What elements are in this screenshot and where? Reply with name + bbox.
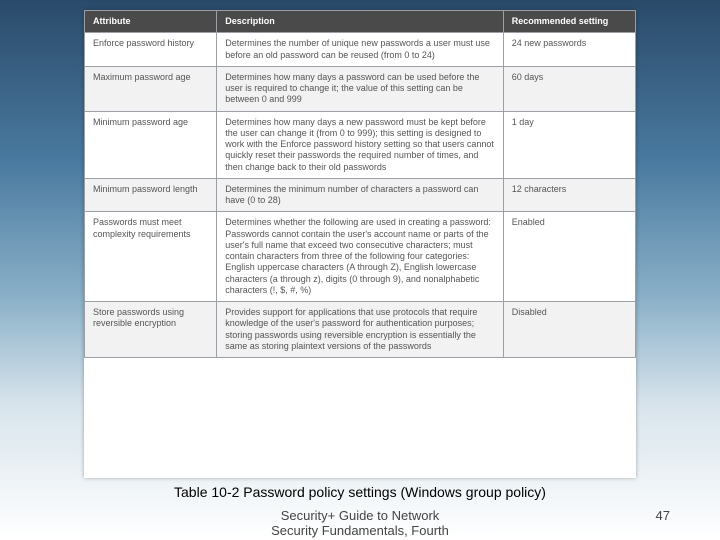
cell-description: Determines the number of unique new pass… bbox=[217, 33, 504, 67]
cell-recommended: 24 new passwords bbox=[503, 33, 635, 67]
th-description: Description bbox=[217, 11, 504, 33]
table-row: Passwords must meet complexity requireme… bbox=[85, 212, 636, 302]
th-recommended: Recommended setting bbox=[503, 11, 635, 33]
cell-recommended: 1 day bbox=[503, 111, 635, 178]
page-number: 47 bbox=[656, 508, 670, 523]
table-row: Minimum password length Determines the m… bbox=[85, 178, 636, 212]
cell-description: Determines the minimum number of charact… bbox=[217, 178, 504, 212]
cell-description: Provides support for applications that u… bbox=[217, 302, 504, 358]
policy-table: Attribute Description Recommended settin… bbox=[84, 10, 636, 358]
footer-line-1: Security+ Guide to Network bbox=[281, 508, 440, 523]
table-row: Store passwords using reversible encrypt… bbox=[85, 302, 636, 358]
cell-recommended: 12 characters bbox=[503, 178, 635, 212]
cell-description: Determines whether the following are use… bbox=[217, 212, 504, 302]
cell-recommended: 60 days bbox=[503, 66, 635, 111]
cell-recommended: Disabled bbox=[503, 302, 635, 358]
table-header-row: Attribute Description Recommended settin… bbox=[85, 11, 636, 33]
cell-attribute: Minimum password length bbox=[85, 178, 217, 212]
cell-attribute: Enforce password history bbox=[85, 33, 217, 67]
table-row: Enforce password history Determines the … bbox=[85, 33, 636, 67]
table-sheet: Attribute Description Recommended settin… bbox=[84, 10, 636, 478]
cell-description: Determines how many days a new password … bbox=[217, 111, 504, 178]
table-caption: Table 10-2 Password policy settings (Win… bbox=[0, 484, 720, 500]
cell-attribute: Passwords must meet complexity requireme… bbox=[85, 212, 217, 302]
table-row: Maximum password age Determines how many… bbox=[85, 66, 636, 111]
cell-attribute: Store passwords using reversible encrypt… bbox=[85, 302, 217, 358]
cell-attribute: Minimum password age bbox=[85, 111, 217, 178]
footer-text: Security+ Guide to Network Security Fund… bbox=[0, 508, 720, 538]
cell-recommended: Enabled bbox=[503, 212, 635, 302]
table-row: Minimum password age Determines how many… bbox=[85, 111, 636, 178]
cell-attribute: Maximum password age bbox=[85, 66, 217, 111]
th-attribute: Attribute bbox=[85, 11, 217, 33]
cell-description: Determines how many days a password can … bbox=[217, 66, 504, 111]
footer-line-2: Security Fundamentals, Fourth bbox=[271, 523, 449, 538]
